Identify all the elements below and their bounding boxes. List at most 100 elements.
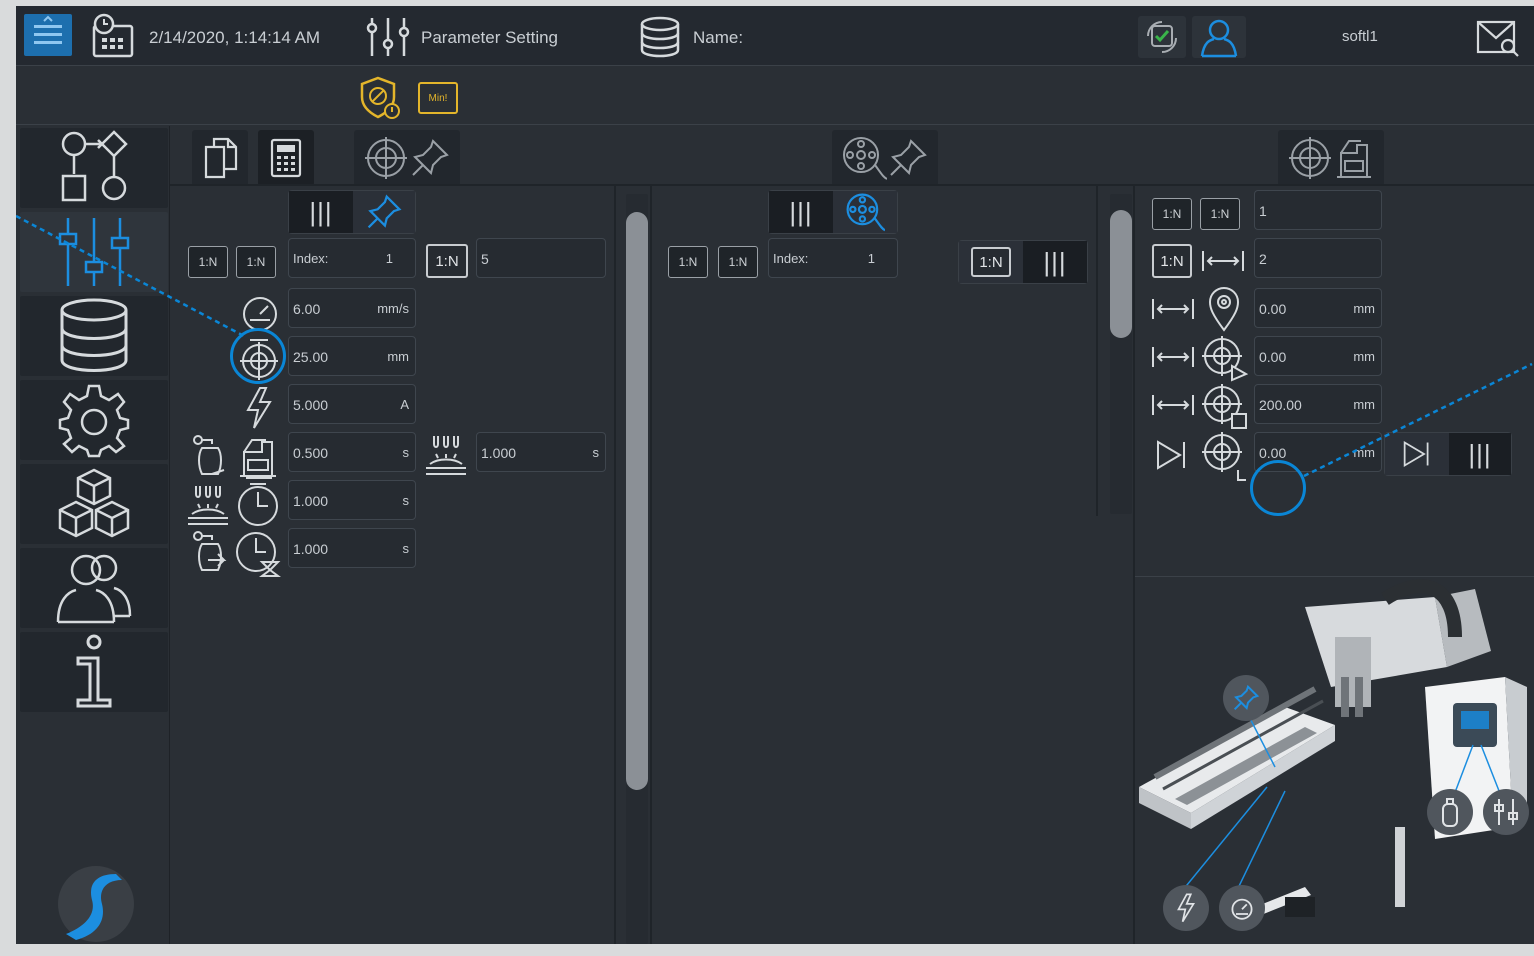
weld-time-unit: s (402, 493, 410, 508)
lightning-icon[interactable] (1163, 885, 1209, 931)
pin-icon (409, 137, 451, 179)
heat-icon (186, 482, 230, 528)
wire-mode-option[interactable] (833, 191, 897, 233)
user-icon[interactable] (1192, 16, 1246, 58)
speedometer-icon[interactable] (1219, 885, 1265, 931)
weld-time-field[interactable]: 1.000 s (288, 480, 416, 520)
pre-gas-unit: s (402, 445, 410, 460)
min-warning-badge: Min! (418, 82, 458, 114)
sidebar-item-settings[interactable] (20, 380, 168, 460)
middle-mode-toggle[interactable]: ||| (768, 190, 898, 234)
add-index-button[interactable]: 1:N (1200, 198, 1240, 230)
scrollbar-middle[interactable] (1110, 194, 1132, 514)
list-option[interactable]: ||| (1023, 241, 1087, 283)
middle-count-toggle[interactable]: 1:N ||| (958, 240, 1088, 284)
pin-icon[interactable] (1223, 675, 1269, 721)
count-badge: 1:N (426, 244, 468, 278)
post-gas-field[interactable]: 1.000 s (288, 528, 416, 568)
value2-field[interactable]: 2 (1254, 238, 1382, 278)
app-window: 2/14/2020, 1:14:14 AM Parameter Setting … (16, 6, 1534, 944)
sidebar-item-users[interactable] (20, 548, 168, 628)
count-option[interactable]: 1:N (959, 241, 1023, 283)
count-badge: 1:N (971, 247, 1011, 277)
timer-hourglass-icon (234, 530, 282, 578)
location-pin-icon (1204, 286, 1244, 332)
wire-pin-group[interactable] (832, 130, 938, 186)
pin-icon (365, 193, 403, 231)
target-square-icon (1200, 382, 1248, 430)
workflow-icon (52, 130, 136, 206)
sidebar-item-info[interactable] (20, 632, 168, 712)
offset1-value: 0.00 (1259, 301, 1287, 317)
calculator-button[interactable] (258, 130, 314, 186)
add-index-button[interactable]: 1:N (718, 246, 758, 278)
name-label: Name: (693, 28, 744, 47)
sync-status-icon[interactable] (1138, 16, 1186, 58)
target-end-icon (1200, 430, 1248, 482)
panel-divider-left (614, 186, 616, 944)
calculator-icon (269, 138, 303, 178)
copy-icon (200, 137, 240, 179)
database-icon (638, 16, 682, 58)
left-mode-toggle[interactable]: ||| (288, 190, 416, 234)
scrollbar-left[interactable] (626, 194, 648, 944)
distance-value: 25.00 (293, 349, 329, 365)
gas-flow-icon (188, 530, 228, 576)
offset1-field[interactable]: 0.00 mm (1254, 288, 1382, 328)
width-arrows-icon (1150, 296, 1196, 322)
sliders-icon[interactable] (1483, 789, 1529, 835)
menu-icon[interactable] (24, 14, 72, 56)
annotation-line-right (1303, 362, 1533, 478)
target-pin-group[interactable] (354, 130, 460, 186)
count-value: 5 (481, 251, 489, 267)
distance-field[interactable]: 25.00 mm (288, 336, 416, 376)
list-mode-option[interactable]: ||| (769, 191, 833, 233)
panel-divider-mid (650, 186, 652, 944)
value1-text: 1 (1259, 203, 1267, 219)
target-icon (363, 135, 409, 181)
username-text: softl1 (1342, 28, 1378, 45)
list-bars-icon: ||| (309, 196, 333, 227)
speed-value: 6.00 (293, 301, 321, 317)
machine-preview (1135, 576, 1534, 944)
scrollbar-thumb-left[interactable] (626, 212, 648, 790)
scrollbar-thumb-middle[interactable] (1110, 210, 1132, 338)
count-field[interactable]: 5 (476, 238, 606, 278)
heat-field[interactable]: 1.000 s (476, 432, 606, 472)
value1-field[interactable]: 1 (1254, 190, 1382, 230)
index-field[interactable]: Index: 1 (288, 238, 416, 278)
sidebar-item-modules[interactable] (20, 464, 168, 544)
calendar-clock-icon (88, 12, 138, 60)
speed-field[interactable]: 6.00 mm/s (288, 288, 416, 328)
width-arrows-icon (1200, 248, 1246, 274)
gas-bottle-icon[interactable] (1427, 789, 1473, 835)
app-logo (56, 864, 136, 944)
list-mode-option[interactable]: ||| (289, 191, 353, 233)
target-icon (1287, 135, 1333, 181)
pin-mode-option[interactable] (353, 191, 415, 233)
index-value: 1 (385, 251, 393, 266)
offset2-value: 0.00 (1259, 349, 1287, 365)
index-label: Index: (773, 251, 809, 266)
post-gas-unit: s (402, 541, 410, 556)
heat-value: 1.000 (481, 445, 517, 461)
step-end-icon (1154, 438, 1190, 472)
copy-button[interactable] (192, 130, 248, 186)
remove-index-button[interactable]: 1:N (668, 246, 708, 278)
clock-icon (234, 482, 282, 528)
pre-gas-field[interactable]: 0.500 s (288, 432, 416, 472)
wire-spool-icon (841, 135, 887, 181)
mail-search-icon[interactable] (1474, 16, 1520, 58)
post-gas-value: 1.000 (293, 541, 329, 557)
current-value: 5.000 (293, 397, 329, 413)
current-unit: A (400, 397, 409, 412)
sliders-icon (364, 14, 412, 60)
gear-icon (56, 382, 132, 458)
target-machine-group[interactable] (1278, 130, 1384, 186)
current-field[interactable]: 5.000 A (288, 384, 416, 424)
width-arrows-icon (1150, 392, 1196, 418)
pin-icon (887, 137, 929, 179)
index-field[interactable]: Index: 1 (768, 238, 898, 278)
remove-index-button[interactable]: 1:N (1152, 198, 1192, 230)
heat-unit: s (592, 445, 600, 460)
